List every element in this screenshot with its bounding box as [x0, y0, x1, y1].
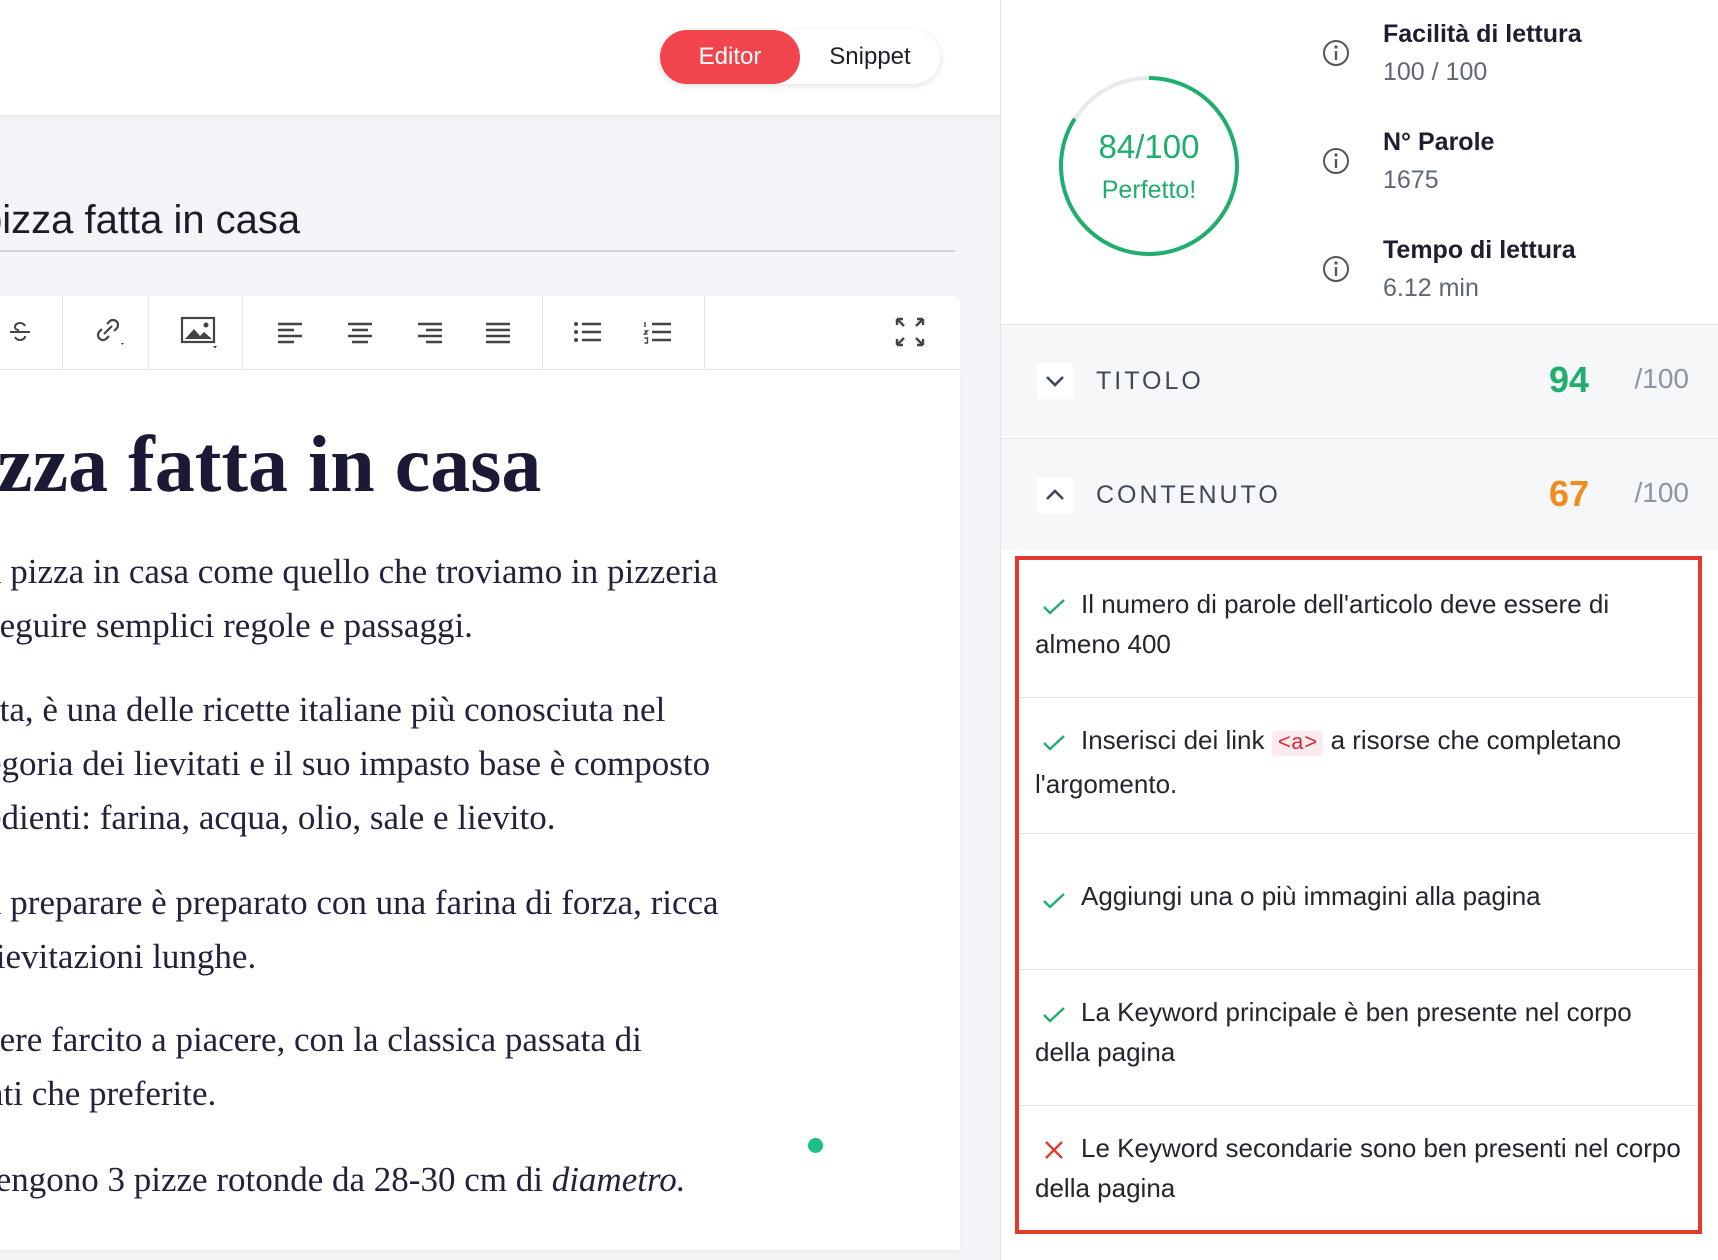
section-score: 67	[1548, 473, 1589, 514]
section-label: TITOLO	[1096, 367, 1204, 395]
check-text: La Keyword principale è ben presente nel…	[1035, 997, 1632, 1067]
section-contenuto[interactable]: CONTENUTO 67 /100	[1001, 438, 1718, 550]
section-titolo[interactable]: TITOLO 94 /100	[1001, 324, 1718, 436]
check-item: Inserisci dei link <a> a risorse che com…	[1019, 696, 1698, 834]
italic-word: diametro.	[551, 1160, 686, 1199]
stat-readability-label: Facilità di lettura	[1383, 20, 1582, 48]
chevron-down-icon[interactable]	[1037, 363, 1073, 399]
paragraph-line: seguire semplici regole e passaggi.	[0, 606, 473, 645]
editor-pane: Editor Snippet pizza fatta in casa zza f…	[0, 0, 1000, 1260]
check-text: Inserisci dei link <a> a risorse che com…	[1035, 720, 1685, 804]
check-text: Il numero di parole dell'articolo deve e…	[1035, 589, 1610, 659]
align-left-icon[interactable]	[270, 312, 310, 352]
paragraph: a preparare è preparato con una farina d…	[0, 876, 719, 984]
section-max: /100	[1634, 477, 1690, 508]
paragraph: sere farcito a piacere, con la classica …	[0, 1013, 642, 1121]
stat-reading-time-value: 6.12 min	[1383, 274, 1479, 302]
code-tag: <a>	[1271, 731, 1324, 756]
editor-toggle-button[interactable]: Editor	[660, 30, 800, 84]
app-root: Editor Snippet pizza fatta in casa zza f…	[0, 0, 1718, 1260]
editor-content[interactable]: Pizza fatta in casa a pizza in casa come…	[0, 370, 960, 1250]
strikethrough-icon[interactable]	[0, 312, 40, 352]
score-value: 84/100	[1098, 128, 1200, 165]
align-center-icon[interactable]	[340, 312, 380, 352]
check-item: Aggiungi una o più immagini alla pagina	[1019, 832, 1698, 970]
align-right-icon[interactable]	[410, 312, 450, 352]
align-justify-icon[interactable]	[478, 312, 518, 352]
stat-words-value: 1675	[1383, 166, 1439, 194]
info-icon[interactable]	[1321, 254, 1351, 284]
section-score: 94	[1548, 359, 1589, 400]
article-heading: Pizza fatta in casa	[0, 421, 542, 509]
content-checks-list: Il numero di parole dell'articolo deve e…	[1015, 556, 1702, 1234]
grammar-status-dot[interactable]	[808, 1138, 823, 1153]
paragraph-line: sere farcito a piacere, con la classica …	[0, 1020, 642, 1059]
toolbar-divider	[148, 296, 149, 370]
paragraph-line: egoria dei lievitati e il suo impasto ba…	[0, 744, 711, 783]
score-label: Perfetto!	[1101, 176, 1197, 204]
checkmark-icon	[1043, 893, 1065, 909]
formatting-toolbar	[0, 296, 960, 370]
paragraph-line: nti che preferite.	[0, 1074, 217, 1113]
seo-panel: 84/100 Perfetto! Facilità di lettura 100…	[1000, 0, 1718, 1260]
toolbar-divider	[542, 296, 543, 370]
info-icon[interactable]	[1321, 146, 1351, 176]
paragraph-line: a preparare è preparato con una farina d…	[0, 883, 719, 922]
toolbar-divider	[704, 296, 705, 370]
stat-reading-time-label: Tempo di lettura	[1383, 236, 1576, 264]
link-icon[interactable]	[90, 312, 130, 352]
image-icon[interactable]	[180, 312, 220, 352]
check-item: Il numero di parole dell'articolo deve e…	[1019, 560, 1698, 698]
check-item: Le Keyword secondarie sono ben presenti …	[1019, 1104, 1698, 1242]
toolbar-divider	[242, 296, 243, 370]
paragraph-line: lievitazioni lunghe.	[0, 937, 257, 976]
post-title-input[interactable]: pizza fatta in casa	[0, 190, 955, 252]
info-icon[interactable]	[1321, 38, 1351, 68]
fullscreen-icon[interactable]	[890, 312, 930, 352]
paragraph: a pizza in casa come quello che troviamo…	[0, 545, 718, 653]
score-ring	[1059, 76, 1239, 256]
paragraph-line: a pizza in casa come quello che troviamo…	[0, 552, 718, 591]
paragraph-line: sta, è una delle ricette italiane più co…	[0, 690, 666, 729]
view-toggle: Editor Snippet	[660, 30, 940, 84]
bullet-list-icon[interactable]	[568, 312, 608, 352]
numbered-list-icon[interactable]	[638, 312, 678, 352]
check-item: La Keyword principale è ben presente nel…	[1019, 968, 1698, 1106]
stat-readability-value: 100 / 100	[1383, 58, 1488, 86]
section-max: /100	[1634, 363, 1690, 394]
check-text-part: Inserisci dei link	[1081, 725, 1272, 755]
check-text: Le Keyword secondarie sono ben presenti …	[1035, 1133, 1681, 1203]
section-label: CONTENUTO	[1096, 481, 1281, 509]
stat-words-label: N° Parole	[1383, 128, 1495, 156]
paragraph-line: edienti: farina, acqua, olio, sale e lie…	[0, 798, 556, 837]
check-text: Aggiungi una o più immagini alla pagina	[1081, 881, 1541, 911]
editor-topbar: Editor Snippet	[0, 0, 1000, 115]
chevron-up-icon[interactable]	[1037, 477, 1073, 513]
paragraph: sta, è una delle ricette italiane più co…	[0, 683, 710, 845]
paragraph: tengono 3 pizze rotonde da 28-30 cm di d…	[0, 1153, 686, 1207]
toolbar-divider	[62, 296, 63, 370]
snippet-toggle-button[interactable]: Snippet	[800, 30, 940, 84]
paragraph-line: tengono 3 pizze rotonde da 28-30 cm di	[0, 1160, 552, 1199]
